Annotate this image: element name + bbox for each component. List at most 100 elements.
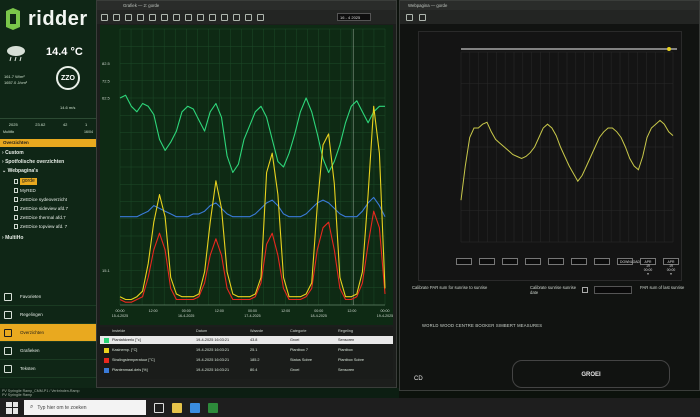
series-icon[interactable] bbox=[161, 13, 168, 21]
taskbar-search[interactable]: ⌕ Typ hier om te zoeken bbox=[24, 400, 146, 415]
tree-item-custom[interactable]: › Custom bbox=[2, 150, 24, 157]
grid-toggle-icon[interactable] bbox=[257, 13, 264, 21]
date-input[interactable] bbox=[594, 286, 632, 294]
file-explorer-icon[interactable] bbox=[172, 402, 182, 413]
legend-cell-regeling: Plantbox bbox=[338, 348, 353, 352]
document-icon bbox=[14, 215, 18, 220]
datebar-left: Multifix bbox=[3, 130, 15, 134]
x-tick-label: 00:00 bbox=[116, 309, 125, 313]
calendar-icon[interactable] bbox=[582, 287, 588, 293]
back-icon[interactable] bbox=[209, 13, 216, 21]
nav-overzichten[interactable]: Overzichten bbox=[0, 324, 96, 342]
date-field[interactable]: 16 - 4 2025 bbox=[337, 13, 371, 21]
nav-teksten[interactable]: Teksten bbox=[0, 360, 96, 378]
y-tick-label: 72.5 bbox=[102, 78, 111, 83]
tree-item-webpaginas[interactable]: ⌄ Webpagina's bbox=[2, 168, 38, 175]
web-range-button[interactable]: DOWNLOAD bbox=[617, 257, 640, 265]
legend-table: Instelde Datum Waarde Categorie Regeling… bbox=[100, 327, 393, 379]
web-chart-buttons: DOWNLOAD APR 19 00:00 ▾ APR 19 00:00 ▾ bbox=[456, 256, 679, 276]
tree-item-spotfolische[interactable]: › Spotfolische overzichten bbox=[2, 159, 64, 166]
nav-regelingen[interactable]: Regelingen bbox=[0, 306, 96, 324]
web-toolbar bbox=[400, 10, 699, 24]
weather-panel: 14.4 °C ZZO 161.7 W/m² 1657.0 J/cm² 14.6… bbox=[0, 38, 96, 118]
app-logo: ridder bbox=[2, 6, 96, 32]
tree-subitem[interactable]: ZeEDice sydeoverzicht bbox=[14, 196, 67, 203]
web-range-button[interactable] bbox=[525, 257, 541, 265]
web-range-handle[interactable] bbox=[667, 47, 671, 51]
reload-icon[interactable] bbox=[113, 13, 120, 21]
legend-row[interactable]: Kasinemp. [°C] 19-4-2025 16:03:21 25.1 Plan… bbox=[100, 346, 393, 354]
x-tick-label: 00:00 bbox=[182, 309, 191, 313]
legend-row[interactable]: Plantafdverlo [°c] 19-4-2025 16:03:21 43.8… bbox=[100, 336, 393, 344]
legend-cell-category: Groei bbox=[290, 338, 300, 342]
tree-subitem[interactable]: ZeEDice sideview afd.7 bbox=[14, 205, 68, 212]
legend-row[interactable]: Stralingstemperatuur [°C] 19-4-2025 16:03… bbox=[100, 356, 393, 364]
refresh-icon[interactable] bbox=[419, 13, 426, 21]
web-range-button[interactable] bbox=[479, 257, 495, 265]
windows-start-icon[interactable] bbox=[6, 401, 18, 414]
web-range-button[interactable]: APR 19 00:00 ▾ bbox=[663, 257, 679, 276]
tree-subitem[interactable]: ZeEDice topview afd. 7 bbox=[14, 223, 67, 230]
legend-col-name: Instelde bbox=[112, 329, 126, 333]
legend-cell-regeling: Sensoren bbox=[338, 368, 355, 372]
legend-row[interactable]: Plantenmaal.dels [%] 19-4-2025 16:03:21 80… bbox=[100, 366, 393, 374]
chart-type-icon[interactable] bbox=[149, 13, 156, 21]
legend-cell-date: 19-4-2025 16:03:21 bbox=[196, 358, 230, 362]
chart-icon bbox=[4, 346, 12, 355]
tree-subitem[interactable]: MyRED bbox=[14, 187, 36, 194]
nav-favorieten[interactable]: Favorieten bbox=[0, 288, 96, 306]
x-tick-label: 12:00 bbox=[215, 309, 224, 313]
x-tick-label: 12:00 bbox=[281, 309, 290, 313]
tree-subitem[interactable]: ZeEDice thermal afd.7 bbox=[14, 214, 66, 221]
task-view-icon[interactable] bbox=[154, 402, 164, 413]
series-color-swatch bbox=[104, 367, 109, 373]
wind-speed: 14.6 m/s bbox=[60, 105, 76, 110]
zoom-out-icon[interactable] bbox=[197, 13, 204, 21]
banner-text: WORLD WOOD CENTRE BOOKER SIMBERT MEASURE… bbox=[422, 323, 543, 328]
section-header[interactable]: Overzichten bbox=[0, 139, 96, 147]
web-range-button[interactable] bbox=[571, 257, 587, 265]
star-icon bbox=[4, 292, 12, 301]
web-chart-frame[interactable] bbox=[418, 31, 682, 281]
nav-grafieken[interactable]: Grafieken bbox=[0, 342, 96, 360]
ridder-app-icon[interactable] bbox=[208, 402, 218, 413]
refresh-icon[interactable] bbox=[101, 13, 108, 21]
legend-col-value: Waarde bbox=[250, 329, 264, 333]
legend-cell-value: 43.8 bbox=[250, 338, 258, 342]
x-tick-label: 00:00 bbox=[248, 309, 257, 313]
x-tick-label: 15-4-2025 bbox=[112, 314, 128, 318]
web-range-button[interactable] bbox=[456, 257, 472, 265]
document-icon bbox=[14, 197, 18, 202]
legend-cell-regeling: Sensoren bbox=[338, 338, 355, 342]
zoom-in-icon[interactable] bbox=[185, 13, 192, 21]
web-range-button[interactable]: APR 19 00:00 ▾ bbox=[640, 257, 656, 276]
stat-item: 42 bbox=[62, 122, 68, 127]
legend-col-category: Categorie bbox=[290, 329, 307, 333]
grid-icon bbox=[4, 328, 12, 337]
export-icon[interactable] bbox=[233, 13, 240, 21]
status-line: PV Syringile Ramp bbox=[2, 393, 33, 397]
browser-icon[interactable] bbox=[190, 402, 200, 413]
web-range-button[interactable] bbox=[594, 257, 610, 265]
web-range-button[interactable] bbox=[502, 257, 518, 265]
chart-window: Grafiek — 2: gorde 16 - 4 2025 82.5 72.5 6… bbox=[96, 0, 397, 388]
back-icon[interactable] bbox=[406, 13, 413, 21]
forward-icon[interactable] bbox=[221, 13, 228, 21]
x-tick-label: 17-4-2025 bbox=[244, 314, 260, 318]
zoom-icon[interactable] bbox=[125, 13, 132, 21]
radiation-value: 161.7 W/m² bbox=[4, 74, 25, 79]
stat-row: 2025 23.62 42 1 bbox=[0, 118, 96, 130]
legend-col-date: Datum bbox=[196, 329, 208, 333]
search-icon: ⌕ bbox=[30, 404, 34, 410]
settings-icon[interactable] bbox=[173, 13, 180, 21]
web-range-button[interactable] bbox=[548, 257, 564, 265]
tree-item-multi[interactable]: › MultiHo bbox=[2, 235, 23, 242]
chart-plot-area[interactable]: 82.5 72.5 62.5 15.1 00:00 15-4-2025 12:00 00:00… bbox=[100, 25, 393, 325]
pan-icon[interactable] bbox=[137, 13, 144, 21]
tree-subitem[interactable]: gorde bbox=[14, 178, 37, 185]
temperature: 14.4 °C bbox=[46, 46, 83, 58]
groei-button[interactable]: GROEI bbox=[512, 360, 670, 388]
x-tick-label: 19-4-2025 bbox=[377, 314, 393, 318]
series-color-swatch bbox=[104, 337, 109, 343]
print-icon[interactable] bbox=[245, 13, 252, 21]
